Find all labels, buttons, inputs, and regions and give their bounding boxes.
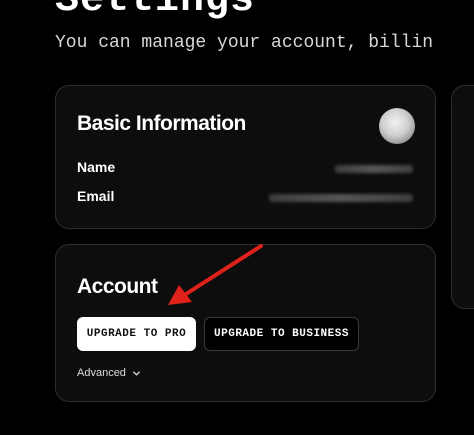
basic-information-card: Basic Information Name Email — [55, 85, 436, 229]
name-label: Name — [77, 159, 116, 175]
email-label: Email — [77, 188, 115, 204]
upgrade-to-business-button[interactable]: UPGRADE TO BUSINESS — [204, 317, 359, 351]
chevron-down-icon — [132, 370, 141, 376]
upgrade-to-pro-button[interactable]: UPGRADE TO PRO — [77, 317, 196, 351]
side-card — [451, 85, 474, 309]
basic-information-title: Basic Information — [77, 112, 246, 135]
page-subtitle: You can manage your account, billin — [55, 33, 434, 53]
page-title: Settings — [55, 0, 256, 23]
account-title: Account — [77, 275, 158, 298]
advanced-toggle[interactable]: Advanced — [77, 367, 141, 379]
account-card: Account UPGRADE TO PRO UPGRADE TO BUSINE… — [55, 244, 436, 402]
avatar — [379, 108, 415, 144]
advanced-label: Advanced — [77, 367, 126, 379]
name-value-redacted — [335, 165, 413, 173]
email-value-redacted — [269, 194, 413, 202]
